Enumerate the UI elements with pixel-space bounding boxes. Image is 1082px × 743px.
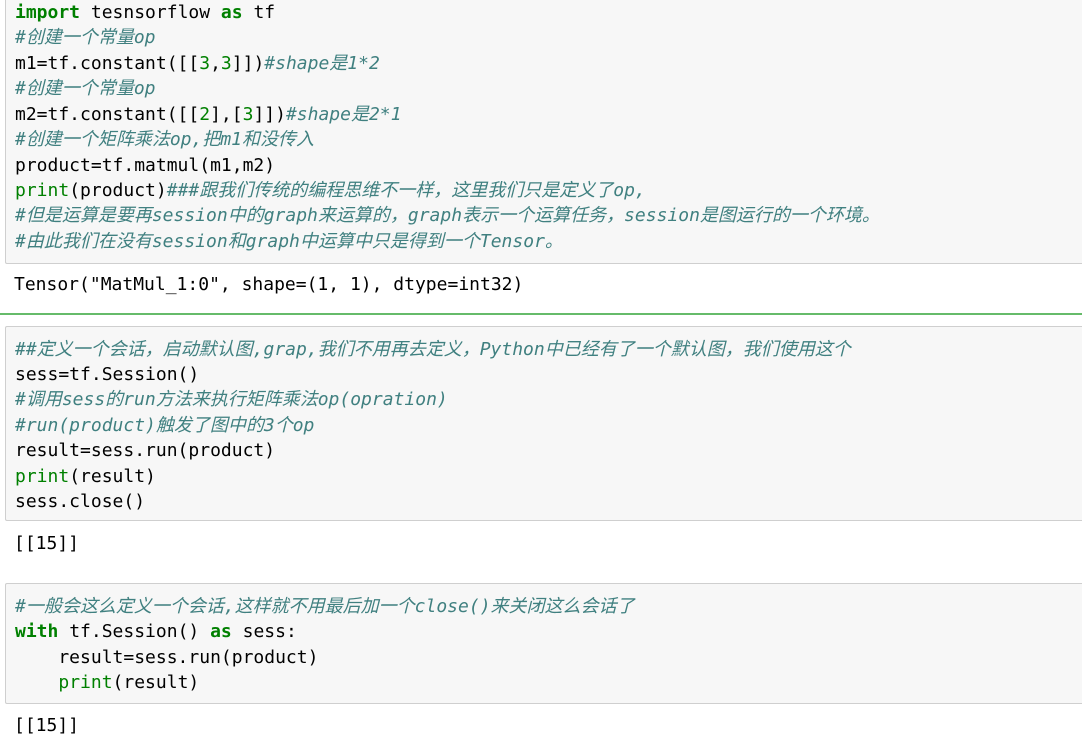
code-comment: #调用sess的run方法来执行矩阵乘法op(opration) [15, 389, 448, 410]
code-line: product=tf.matmul(m1,m2) [15, 153, 275, 178]
code-comment: #但是运算是要再session中的graph来运算的，graph表示一个运算任务… [15, 205, 880, 226]
code-text: , [210, 53, 221, 74]
code-comment: #run(product)触发了图中的3个op [15, 415, 315, 436]
code-text: ]]) [231, 53, 265, 74]
code-cell-input-2[interactable]: ##定义一个会话，启动默认图,grap,我们不用再去定义，Python中已经有了… [5, 326, 1082, 521]
cell-output-3: [[15]] [14, 715, 80, 736]
code-line: #创建一个矩阵乘法op,把m1和没传入 [15, 127, 314, 152]
code-line: import tesnsorflow as tf [15, 0, 275, 25]
code-line: sess.close() [15, 489, 145, 514]
code-line: sess=tf.Session() [15, 362, 199, 387]
code-line: #run(product)触发了图中的3个op [15, 413, 314, 438]
code-line: result=sess.run(product) [15, 438, 275, 463]
code-number: 2 [199, 104, 211, 125]
code-comment: #一般会这么定义一个会话,这样就不用最后加一个close()来关闭这么会话了 [15, 596, 635, 617]
code-text: tesnsorflow [80, 2, 221, 23]
code-text: product=tf.matmul(m1,m2) [15, 155, 276, 176]
code-text: m2=tf.constant([[ [15, 104, 200, 125]
code-cell-input-3[interactable]: #一般会这么定义一个会话,这样就不用最后加一个close()来关闭这么会话了 wi… [5, 583, 1082, 704]
code-comment: #创建一个常量op [15, 27, 156, 48]
code-line: #一般会这么定义一个会话,这样就不用最后加一个close()来关闭这么会话了 [15, 594, 635, 619]
code-number: 3 [242, 104, 254, 125]
code-line: m2=tf.constant([[2],[3]])#shape是2*1 [15, 102, 402, 127]
code-comment: ##定义一个会话，启动默认图,grap,我们不用再去定义，Python中已经有了… [15, 339, 851, 360]
code-comment: #由此我们在没有session和graph中运算中只是得到一个Tensor。 [15, 231, 563, 252]
cell-output-1: Tensor("MatMul_1:0", shape=(1, 1), dtype… [14, 274, 524, 295]
code-text: sess.close() [15, 491, 146, 512]
selected-cell-divider [0, 313, 1082, 315]
code-line: #但是运算是要再session中的graph来运算的，graph表示一个运算任务… [15, 203, 880, 228]
code-text: ]]) [253, 104, 286, 125]
code-number: 3 [220, 53, 232, 74]
code-comment: #创建一个矩阵乘法op,把m1和没传入 [15, 129, 315, 150]
code-line: print(result) [15, 464, 156, 489]
code-keyword: as [220, 2, 243, 23]
code-line: #创建一个常量op [15, 76, 156, 101]
code-line: ##定义一个会话，启动默认图,grap,我们不用再去定义，Python中已经有了… [15, 337, 851, 362]
code-builtin: print [58, 672, 113, 693]
code-line: #调用sess的run方法来执行矩阵乘法op(opration) [15, 387, 448, 412]
code-text: tf.Session() [58, 621, 211, 642]
code-text: ],[ [210, 104, 243, 125]
code-builtin: print [15, 180, 70, 201]
code-line: print(product)###跟我们传统的编程思维不一样，这里我们只是定义了… [15, 178, 646, 203]
code-line: result=sess.run(product) [15, 645, 318, 670]
code-number: 3 [199, 53, 211, 74]
code-builtin: print [15, 466, 70, 487]
code-text: (result) [112, 672, 200, 693]
code-keyword: import [15, 2, 81, 23]
code-text: tf [242, 2, 276, 23]
code-line: m1=tf.constant([[3,3]])#shape是1*2 [15, 51, 380, 76]
code-comment: ###跟我们传统的编程思维不一样，这里我们只是定义了op, [166, 180, 646, 201]
code-text: (product) [69, 180, 167, 201]
code-line: #由此我们在没有session和graph中运算中只是得到一个Tensor。 [15, 229, 563, 254]
code-comment: #shape是1*2 [264, 53, 380, 74]
cell-output-2: [[15]] [14, 533, 80, 554]
code-line: print(result) [15, 670, 199, 695]
code-line: #创建一个常量op [15, 25, 156, 50]
code-text: result=sess.run(product) [15, 647, 319, 668]
code-keyword: as [210, 621, 232, 642]
code-keyword: with [15, 621, 59, 642]
code-line: with tf.Session() as sess: [15, 619, 297, 644]
code-comment: #创建一个常量op [15, 78, 156, 99]
code-text: sess: [231, 621, 297, 642]
code-comment: #shape是2*1 [285, 104, 402, 125]
code-text: sess=tf.Session() [15, 364, 200, 385]
code-text: (result) [69, 466, 156, 487]
code-cell-input-1[interactable]: import tesnsorflow as tf #创建一个常量op m1=tf.c… [5, 0, 1082, 264]
code-text: m1=tf.constant([[ [15, 53, 200, 74]
code-text: result=sess.run(product) [15, 440, 276, 461]
